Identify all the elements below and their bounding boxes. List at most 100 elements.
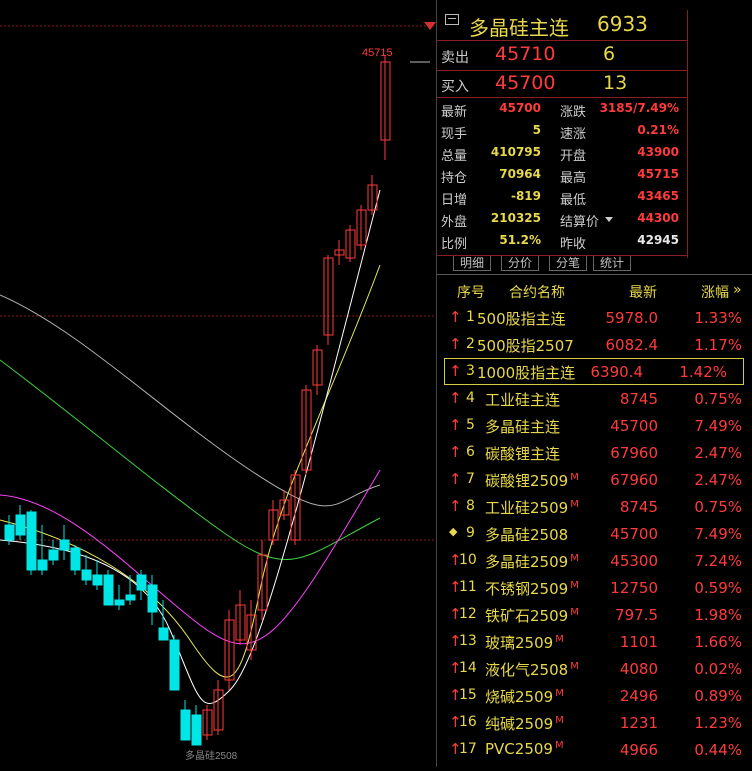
divider (437, 40, 687, 41)
list-item[interactable]: ↑ 16 纯碱2509 M 1231 1.23% (437, 709, 752, 736)
change-pct: 0.59% (694, 579, 742, 597)
list-item[interactable]: ◆ 9 多晶硅2508 45700 7.49% (437, 520, 752, 547)
up-arrow-icon: ↑ (449, 416, 462, 434)
diamond-icon: ◆ (449, 525, 458, 538)
row-number: 13 (459, 633, 477, 649)
last-price: 4080 (619, 660, 658, 678)
list-item[interactable]: ↑ 3 1000股指主连 6390.4 1.42% (444, 358, 744, 385)
last-price: 4966 (619, 741, 658, 759)
sell-row: 卖出 45710 6 (437, 42, 687, 70)
divider (437, 274, 752, 275)
change-pct: 0.89% (694, 687, 742, 705)
candle-body (180, 709, 191, 741)
row-number: 8 (466, 498, 475, 514)
list-item[interactable]: ↑ 15 烧碱2509 M 2496 0.89% (437, 682, 752, 709)
contract-name: 多晶硅主连 (485, 418, 561, 436)
candle-body (81, 569, 92, 581)
col-pct[interactable]: 涨幅 (701, 282, 729, 302)
main-contract-icon: M (570, 607, 579, 618)
contract-name: PVC2509 M (485, 740, 564, 758)
candle-body (92, 574, 103, 586)
contract-code: 6933 (597, 12, 648, 36)
row-number: 16 (459, 714, 477, 730)
list-item[interactable]: ↑ 1 500股指主连 5978.0 1.33% (437, 304, 752, 331)
stat-label: 涨跌 (560, 105, 587, 120)
tab-statistics[interactable]: 统计 (593, 256, 632, 271)
up-arrow-icon: ↑ (449, 443, 462, 461)
change-pct: 7.49% (694, 525, 742, 543)
row-number: 4 (466, 390, 475, 406)
last-price: 2496 (619, 687, 658, 705)
change-pct: 1.42% (679, 363, 727, 381)
buy-volume: 13 (603, 72, 628, 94)
high-price-label: 45715 (362, 47, 393, 59)
contract-name: 碳酸锂2509 M (485, 472, 579, 490)
tab-price[interactable]: 分价 (501, 256, 540, 271)
change-pct: 1.23% (694, 714, 742, 732)
contract-name: 玻璃2509 M (485, 634, 564, 652)
row-number: 12 (459, 606, 477, 622)
candlestick-chart[interactable]: 45715 多晶硅2508 (0, 0, 437, 767)
change-pct: 0.75% (694, 498, 742, 516)
main-contract-icon: M (554, 740, 564, 751)
more-columns-icon[interactable]: » (733, 282, 742, 298)
last-price: 6390.4 (590, 363, 644, 381)
col-price[interactable]: 最新 (629, 282, 657, 302)
row-number: 14 (459, 660, 477, 676)
row-number: 1 (466, 309, 475, 325)
list-item[interactable]: ↑ 8 工业硅2509 M 8745 0.75% (437, 493, 752, 520)
candle-body (59, 539, 70, 551)
tab-ticks[interactable]: 分笔 (549, 256, 588, 271)
menu-icon[interactable] (445, 14, 459, 25)
list-item[interactable]: ↑ 12 铁矿石2509 M 797.5 1.98% (437, 601, 752, 628)
stat-value: -819 (510, 189, 541, 203)
candle-body (169, 639, 180, 691)
change-pct: 1.17% (694, 336, 742, 354)
list-item[interactable]: ↑ 6 碳酸锂主连 67960 2.47% (437, 439, 752, 466)
stats-row: 日增 -819 最低 43465 (437, 186, 687, 208)
list-item[interactable]: ↑ 11 不锈钢2509 M 12750 0.59% (437, 574, 752, 601)
change-pct: 1.33% (694, 309, 742, 327)
contract-name: 烧碱2509 M (485, 688, 564, 706)
list-item[interactable]: ↑ 13 玻璃2509 M 1101 1.66% (437, 628, 752, 655)
last-price: 67960 (610, 444, 658, 462)
stat-label: 开盘 (560, 149, 587, 164)
stat-value: 70964 (499, 167, 541, 181)
row-number: 10 (459, 552, 477, 568)
contract-name: 铁矿石2509 M (485, 607, 579, 625)
list-item[interactable]: ↑ 17 PVC2509 M 4966 0.44% (437, 736, 752, 763)
contract-name: 多晶硅主连 (469, 16, 569, 40)
stats-row: 最新 45700 涨跌 3185/7.49% (437, 98, 687, 120)
settle-dropdown-icon[interactable] (605, 217, 613, 222)
last-price: 797.5 (615, 606, 658, 624)
stat-value: 45715 (637, 167, 679, 181)
main-contract-icon: M (570, 553, 579, 564)
list-item[interactable]: ↑ 14 液化气2508 M 4080 0.02% (437, 655, 752, 682)
stat-value: 43465 (637, 189, 679, 203)
stat-value: 5 (532, 123, 541, 137)
main-contract-icon: M (555, 688, 564, 699)
row-number: 9 (466, 525, 475, 541)
sell-volume: 6 (603, 43, 616, 65)
list-item[interactable]: ↑ 5 多晶硅主连 45700 7.49% (437, 412, 752, 439)
stat-value: 3185/7.49% (599, 101, 679, 115)
tab-detail[interactable]: 明细 (453, 256, 492, 271)
change-pct: 2.47% (694, 444, 742, 462)
list-item[interactable]: ↑ 4 工业硅主连 8745 0.75% (437, 385, 752, 412)
up-arrow-icon: ↑ (449, 308, 462, 326)
candle-body (37, 559, 48, 571)
contract-name: 碳酸锂主连 (485, 445, 561, 463)
last-price: 45700 (610, 525, 658, 543)
last-price: 8745 (619, 390, 658, 408)
col-no[interactable]: 序号 (457, 282, 485, 302)
list-item[interactable]: ↑ 10 多晶硅2509 M 45300 7.24% (437, 547, 752, 574)
row-number: 3 (466, 363, 475, 379)
col-name[interactable]: 合约名称 (509, 282, 565, 302)
stats-table: 最新 45700 涨跌 3185/7.49% 现手 5 速涨 0.21% 总量 410795 开盘 4… (437, 98, 687, 252)
contract-name: 液化气2508 M (485, 661, 579, 679)
change-pct: 2.47% (694, 471, 742, 489)
last-price: 1101 (619, 633, 658, 651)
candle-body (70, 547, 81, 571)
list-item[interactable]: ↑ 7 碳酸锂2509 M 67960 2.47% (437, 466, 752, 493)
list-item[interactable]: ↑ 2 500股指2507 6082.4 1.17% (437, 331, 752, 358)
